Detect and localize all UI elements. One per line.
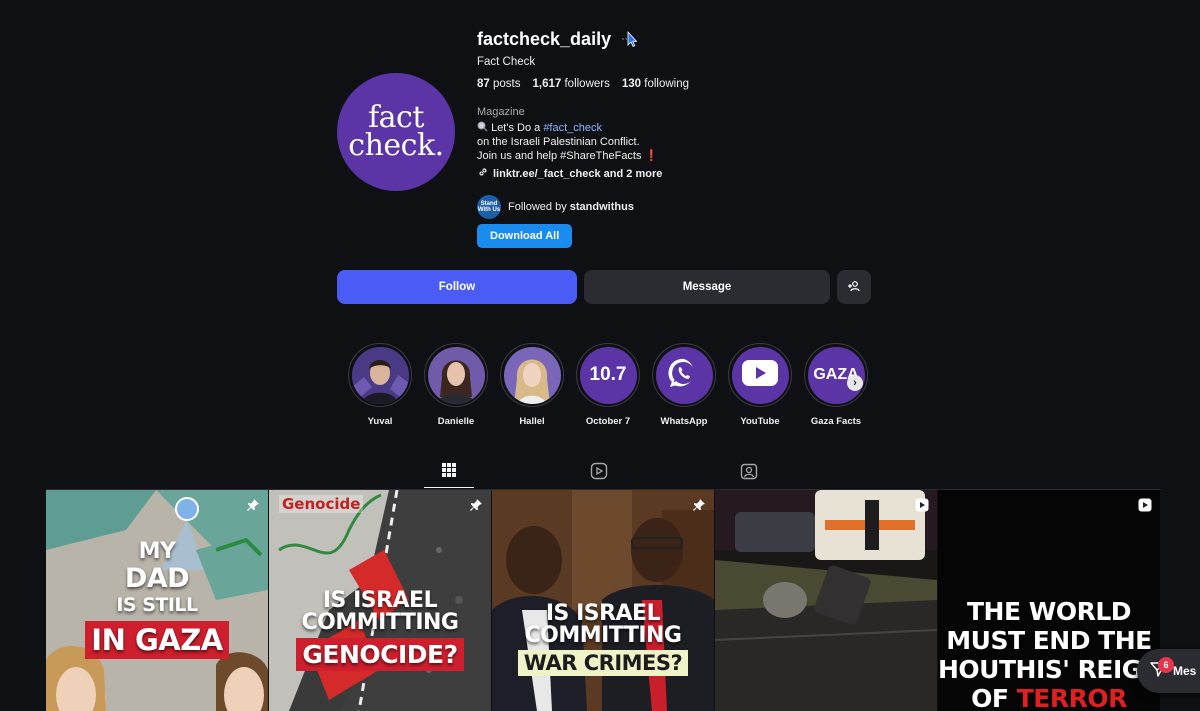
post-tile[interactable] — [715, 490, 937, 711]
posts-grid: MY DAD IS STILL IN GAZA Genocide IS ISRA… — [46, 490, 1160, 711]
username: factcheck_daily — [477, 28, 612, 49]
profile-bio: Let's Do a #fact_check on the Israeli Pa… — [477, 121, 877, 163]
highlight-gaza-facts[interactable]: GAZA › Gaza Facts — [804, 343, 868, 427]
link-icon — [477, 166, 489, 181]
post-5-line2: MUST END THE — [946, 626, 1152, 655]
post-1-boxed-text: IN GAZA — [85, 621, 229, 659]
standwithus-avatar: Stand With Us — [477, 195, 501, 219]
post-5-line4-prefix: OF — [971, 684, 1017, 711]
magnifier-emoji-icon — [477, 121, 491, 134]
highlight-whatsapp[interactable]: WhatsApp — [652, 343, 716, 427]
tagged-icon — [740, 462, 758, 485]
yuval-photo — [351, 346, 409, 404]
pin-icon — [469, 498, 483, 512]
profile-tabs — [424, 460, 774, 488]
add-user-button[interactable] — [837, 270, 871, 304]
follow-button[interactable]: Follow — [337, 270, 577, 304]
followed-by[interactable]: Stand With Us Followed by standwithus — [477, 195, 877, 219]
profile-category: Magazine — [477, 106, 525, 118]
pin-icon — [692, 498, 706, 512]
reel-icon — [1138, 498, 1152, 512]
highlight-yuval[interactable]: Yuval — [348, 343, 412, 427]
hashtag-link[interactable]: #fact_check — [543, 122, 602, 134]
post-1-line3: IS STILL — [116, 594, 198, 616]
download-all-button[interactable]: Download All — [477, 224, 573, 248]
bio-line3: Join us and help #ShareTheFacts — [477, 150, 642, 162]
post-3-line2: COMMITTING — [524, 623, 683, 648]
cursor-icon — [621, 30, 638, 48]
post-2-line1: IS ISRAEL — [322, 588, 438, 613]
profile-link[interactable]: linktr.ee/_fact_check and 2 more — [477, 166, 877, 181]
danielle-photo — [427, 346, 485, 404]
post-1-line1: MY — [138, 539, 176, 564]
post-tile[interactable]: THE WORLD MUST END THE HOUTHIS' REIGN OF… — [938, 490, 1160, 711]
reel-icon — [915, 498, 929, 512]
tab-reels[interactable] — [574, 460, 624, 488]
post-2-boxed-text: GENOCIDE? — [296, 638, 464, 671]
profile-link-text: linktr.ee/_fact_check and 2 more — [493, 167, 663, 180]
pin-icon — [246, 498, 260, 512]
post-3-boxed-text: WAR CRIMES? — [517, 650, 689, 676]
reels-icon — [590, 462, 608, 485]
avatar-text-line2: check. — [348, 128, 444, 163]
profile-actions: Follow Message — [337, 270, 871, 304]
highlight-danielle[interactable]: Danielle — [424, 343, 488, 427]
message-button[interactable]: Message — [584, 270, 830, 304]
profile-avatar[interactable]: fact check. — [337, 73, 455, 191]
post-5-line1: THE WORLD — [966, 597, 1132, 626]
youtube-icon — [741, 359, 779, 392]
post-5-line3: HOUTHIS' REIGN — [938, 655, 1160, 684]
tab-tagged[interactable] — [724, 460, 774, 488]
tab-posts[interactable] — [424, 460, 474, 488]
story-highlights: Yuval Danielle Hallel 10.7 October 7 Wha… — [348, 343, 868, 427]
posts-grid-icon — [441, 462, 457, 483]
post-3-line1: IS ISRAEL — [545, 601, 661, 626]
post-tile[interactable]: MY DAD IS STILL IN GAZA — [46, 490, 268, 711]
post-tile[interactable]: Genocide IS ISRAEL COMMITTING GENOCIDE? — [269, 490, 491, 711]
highlight-youtube[interactable]: YouTube — [728, 343, 792, 427]
post-4-image — [715, 490, 937, 711]
following-stat[interactable]: 130 following — [622, 78, 689, 90]
chevron-right-icon[interactable]: › — [847, 375, 863, 391]
bio-line2: on the Israeli Palestinian Conflict. — [477, 136, 640, 148]
october-7-text: 10.7 — [589, 364, 627, 385]
messages-label: Mes — [1173, 664, 1197, 678]
hallel-photo — [503, 346, 561, 404]
profile-page: fact check. factcheck_daily Fact Check 8… — [0, 0, 1200, 711]
posts-stat: 87 posts — [477, 78, 521, 90]
whatsapp-icon — [667, 356, 701, 395]
post-5-red-word: TERROR — [1016, 684, 1128, 711]
full-name: Fact Check — [477, 56, 536, 68]
highlight-october-7[interactable]: 10.7 October 7 — [576, 343, 640, 427]
highlight-hallel[interactable]: Hallel — [500, 343, 564, 427]
add-user-icon — [847, 279, 861, 296]
post-2-corner-label: Genocide — [279, 495, 364, 513]
followers-stat[interactable]: 1,617 followers — [533, 78, 610, 90]
post-tile[interactable]: IS ISRAEL COMMITTING WAR CRIMES? — [492, 490, 714, 711]
post-1-line2: DAD — [124, 563, 190, 594]
profile-info: factcheck_daily Fact Check 87 posts 1,61… — [477, 28, 877, 248]
messages-badge: 6 — [1158, 657, 1174, 673]
post-2-line2: COMMITTING — [301, 610, 460, 635]
profile-stats: 87 posts 1,617 followers 130 following — [477, 78, 877, 90]
exclamation-icon: ❗ — [644, 150, 659, 162]
